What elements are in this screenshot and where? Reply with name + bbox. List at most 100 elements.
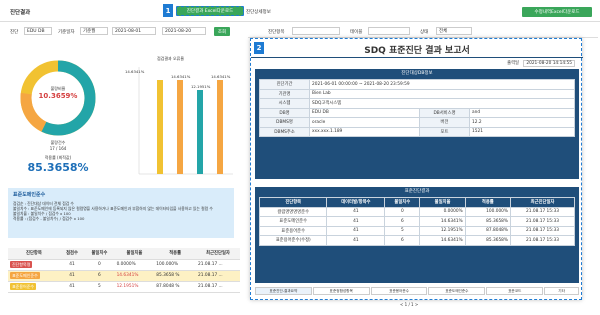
dbms-label: DBMS명: [259, 117, 310, 128]
cell: 14.6341%: [419, 235, 466, 246]
rcol-apply: 적용률: [464, 197, 512, 208]
port-value: 1521: [469, 126, 575, 137]
print-date-value: 2021-08-20 14:14:55: [523, 60, 575, 67]
db-name-value: EDU DB: [309, 107, 420, 118]
error-rate-chart: 점검결과 오류율 14.6341% 14.6341% 12.1951% 14.6…: [125, 52, 235, 182]
cell: 41: [326, 225, 386, 236]
sys-label: 시스템: [259, 98, 310, 109]
cell-apply: 87.8048 %: [154, 281, 197, 293]
cell-apply: 100.000%: [154, 259, 197, 271]
history-excel-button[interactable]: 수정내역Excel다운로드: [522, 7, 592, 17]
table-input[interactable]: [368, 27, 410, 35]
cell-count: 41: [59, 270, 85, 282]
cell-date: 21.08.17 ...: [196, 270, 240, 282]
cell: 5: [384, 225, 421, 236]
table-row[interactable]: 표준용어준수 41 5 12.1951% 87.8048 % 21.08.17 …: [8, 281, 240, 293]
col-item: 진단항목: [8, 248, 60, 260]
cell-count: 41: [59, 259, 85, 271]
tab-term[interactable]: 표준용어준수: [370, 287, 428, 295]
table-row[interactable]: 표준도메인준수 41 6 14.6341% 85.3658 % 21.08.17…: [8, 270, 240, 282]
col-rate: 불일치율: [114, 248, 155, 260]
excel-download-button[interactable]: 진단결과 Excel다운로드: [176, 6, 244, 16]
tab-summary[interactable]: 표준진단-결과요약: [255, 287, 312, 295]
bar-label-1: 14.6341%: [125, 69, 145, 74]
item-tag: 진단항목명: [10, 261, 33, 268]
tab-domain[interactable]: 표준도메인준수: [428, 287, 486, 295]
db-info-section: 진단대상DB정보 진단기간 2021-06-01 00:00:00 ~ 2021-…: [255, 69, 579, 179]
pager[interactable]: < 1 / 1 >: [400, 302, 418, 307]
cell: 41: [326, 206, 386, 217]
org-value: Bien Lab: [309, 88, 575, 99]
result-section: 표준진단결과 진단항목 데이터발/항목수 불일치수 불일치율 적용률 최근진단일…: [255, 187, 579, 283]
date-type-value: 기준월: [83, 29, 96, 34]
table-row: 컬럼명명명명준수 41 0 0.0000% 100.000% 21.08.17 15:33: [258, 206, 575, 217]
table-row: 표준도메인준수 41 6 14.6341% 85.3658% 21.08.17 15:33: [258, 216, 575, 227]
bad-count: 불량건수 17 / 164: [18, 140, 98, 151]
summary-table: 진단항목 점검수 불일치수 불일치율 적용률 최근진단일자 진단항목명 41 0…: [8, 248, 240, 293]
db-label: 진단: [10, 30, 19, 35]
end-date-input[interactable]: 2021-08-20: [162, 27, 206, 35]
info-title: 표준도메인준수: [13, 192, 46, 198]
db-service-label: DB서비스명: [419, 107, 470, 118]
cell: 표준용어준수: [258, 225, 328, 236]
dbms-value: oracle: [309, 117, 420, 128]
period-value: 2021-06-01 00:00:00 ~ 2021-08-20 23:59:5…: [309, 79, 575, 90]
cell: 표준도메인준수: [258, 216, 328, 227]
period-label: 진단기간: [259, 79, 310, 90]
cell: 14.6341%: [419, 216, 466, 227]
cell-apply: 85.3658 %: [154, 270, 197, 282]
report-tabs: 표준진단-결과요약 표준정합성항목 표준용어준수 표준도메인준수 표준코드 기타: [255, 287, 580, 295]
table-row: 표준용어준수(수정) 41 6 14.6341% 85.3658% 21.08.17 15…: [258, 235, 575, 246]
version-value: 12.2: [469, 117, 575, 128]
cell-mismatch: 6: [84, 270, 115, 282]
cell-mismatch: 0: [84, 259, 115, 271]
status-value: 전체: [439, 29, 448, 34]
tab-etc[interactable]: 기타: [544, 287, 580, 295]
start-date-input[interactable]: 2021-08-01: [112, 27, 156, 35]
bar-4: [217, 80, 223, 174]
org-label: 기관명: [259, 88, 310, 99]
detail-item-select[interactable]: [292, 27, 340, 35]
cell: 21.08.17 15:33: [510, 225, 575, 236]
rcol-item: 진단항목: [258, 197, 328, 208]
ip-label: DBMS주소: [259, 126, 310, 137]
cell: 100.000%: [464, 206, 512, 217]
report-title: SDQ 표준진단 결과 보고서: [364, 46, 470, 56]
cell-rate: 12.1951%: [114, 281, 155, 293]
start-date-value: 2021-08-01: [115, 28, 142, 34]
rcol-mismatch: 불일치수: [384, 197, 421, 208]
bar-svg: [138, 67, 233, 175]
tab-code[interactable]: 표준코드: [486, 287, 544, 295]
cell: 85.3658%: [464, 216, 512, 227]
print-date-label: 출력일: [507, 61, 519, 66]
search-button[interactable]: 조회: [214, 27, 230, 36]
ip-value: xxx.xxx.1.189: [309, 126, 420, 137]
result-table-header: 진단항목 데이터발/항목수 불일치수 불일치율 적용률 최근진단일자: [258, 197, 575, 208]
col-count: 점검수: [59, 248, 85, 260]
result-header: 표준진단결과: [404, 189, 430, 194]
cell: 6: [384, 216, 421, 227]
detail-info-label[interactable]: 진단상세정보: [246, 9, 271, 15]
date-label: 기준일자: [58, 30, 75, 35]
bar-2: [177, 80, 183, 174]
status-select[interactable]: 전체: [436, 27, 472, 35]
tab-consistency[interactable]: 표준정합성항목: [312, 287, 370, 295]
date-type-select[interactable]: 기준월: [80, 27, 108, 35]
cell-mismatch: 5: [84, 281, 115, 293]
end-date-value: 2021-08-20: [165, 28, 192, 34]
score-value: 85.3658%: [27, 161, 89, 174]
db-select[interactable]: EDU DB: [24, 27, 52, 35]
summary-table-header: 진단항목 점검수 불일치수 불일치율 적용률 최근진단일자: [8, 248, 240, 260]
bar-label-4: 14.6341%: [211, 74, 231, 79]
cell-rate: 14.6341%: [114, 270, 155, 282]
print-date: 출력일 2021-08-20 14:14:55: [507, 60, 575, 67]
db-select-value: EDU DB: [27, 28, 45, 34]
donut-chart: 불량비율 10.3659%: [18, 58, 98, 138]
score: 적용률 (최적값) 85.3658%: [8, 155, 108, 174]
cell: 21.08.17 15:33: [510, 235, 575, 246]
bar-3: [197, 90, 203, 174]
table-row[interactable]: 진단항목명 41 0 0.0000% 100.000% 21.08.17 ...: [8, 259, 240, 271]
result-table: 진단항목 데이터발/항목수 불일치수 불일치율 적용률 최근진단일자 컬럼명명명…: [258, 197, 575, 246]
report-modal: 2 SDQ 표준진단 결과 보고서 출력일 2021-08-20 14:14:5…: [250, 38, 583, 300]
rcol-date: 최근진단일자: [510, 197, 575, 208]
